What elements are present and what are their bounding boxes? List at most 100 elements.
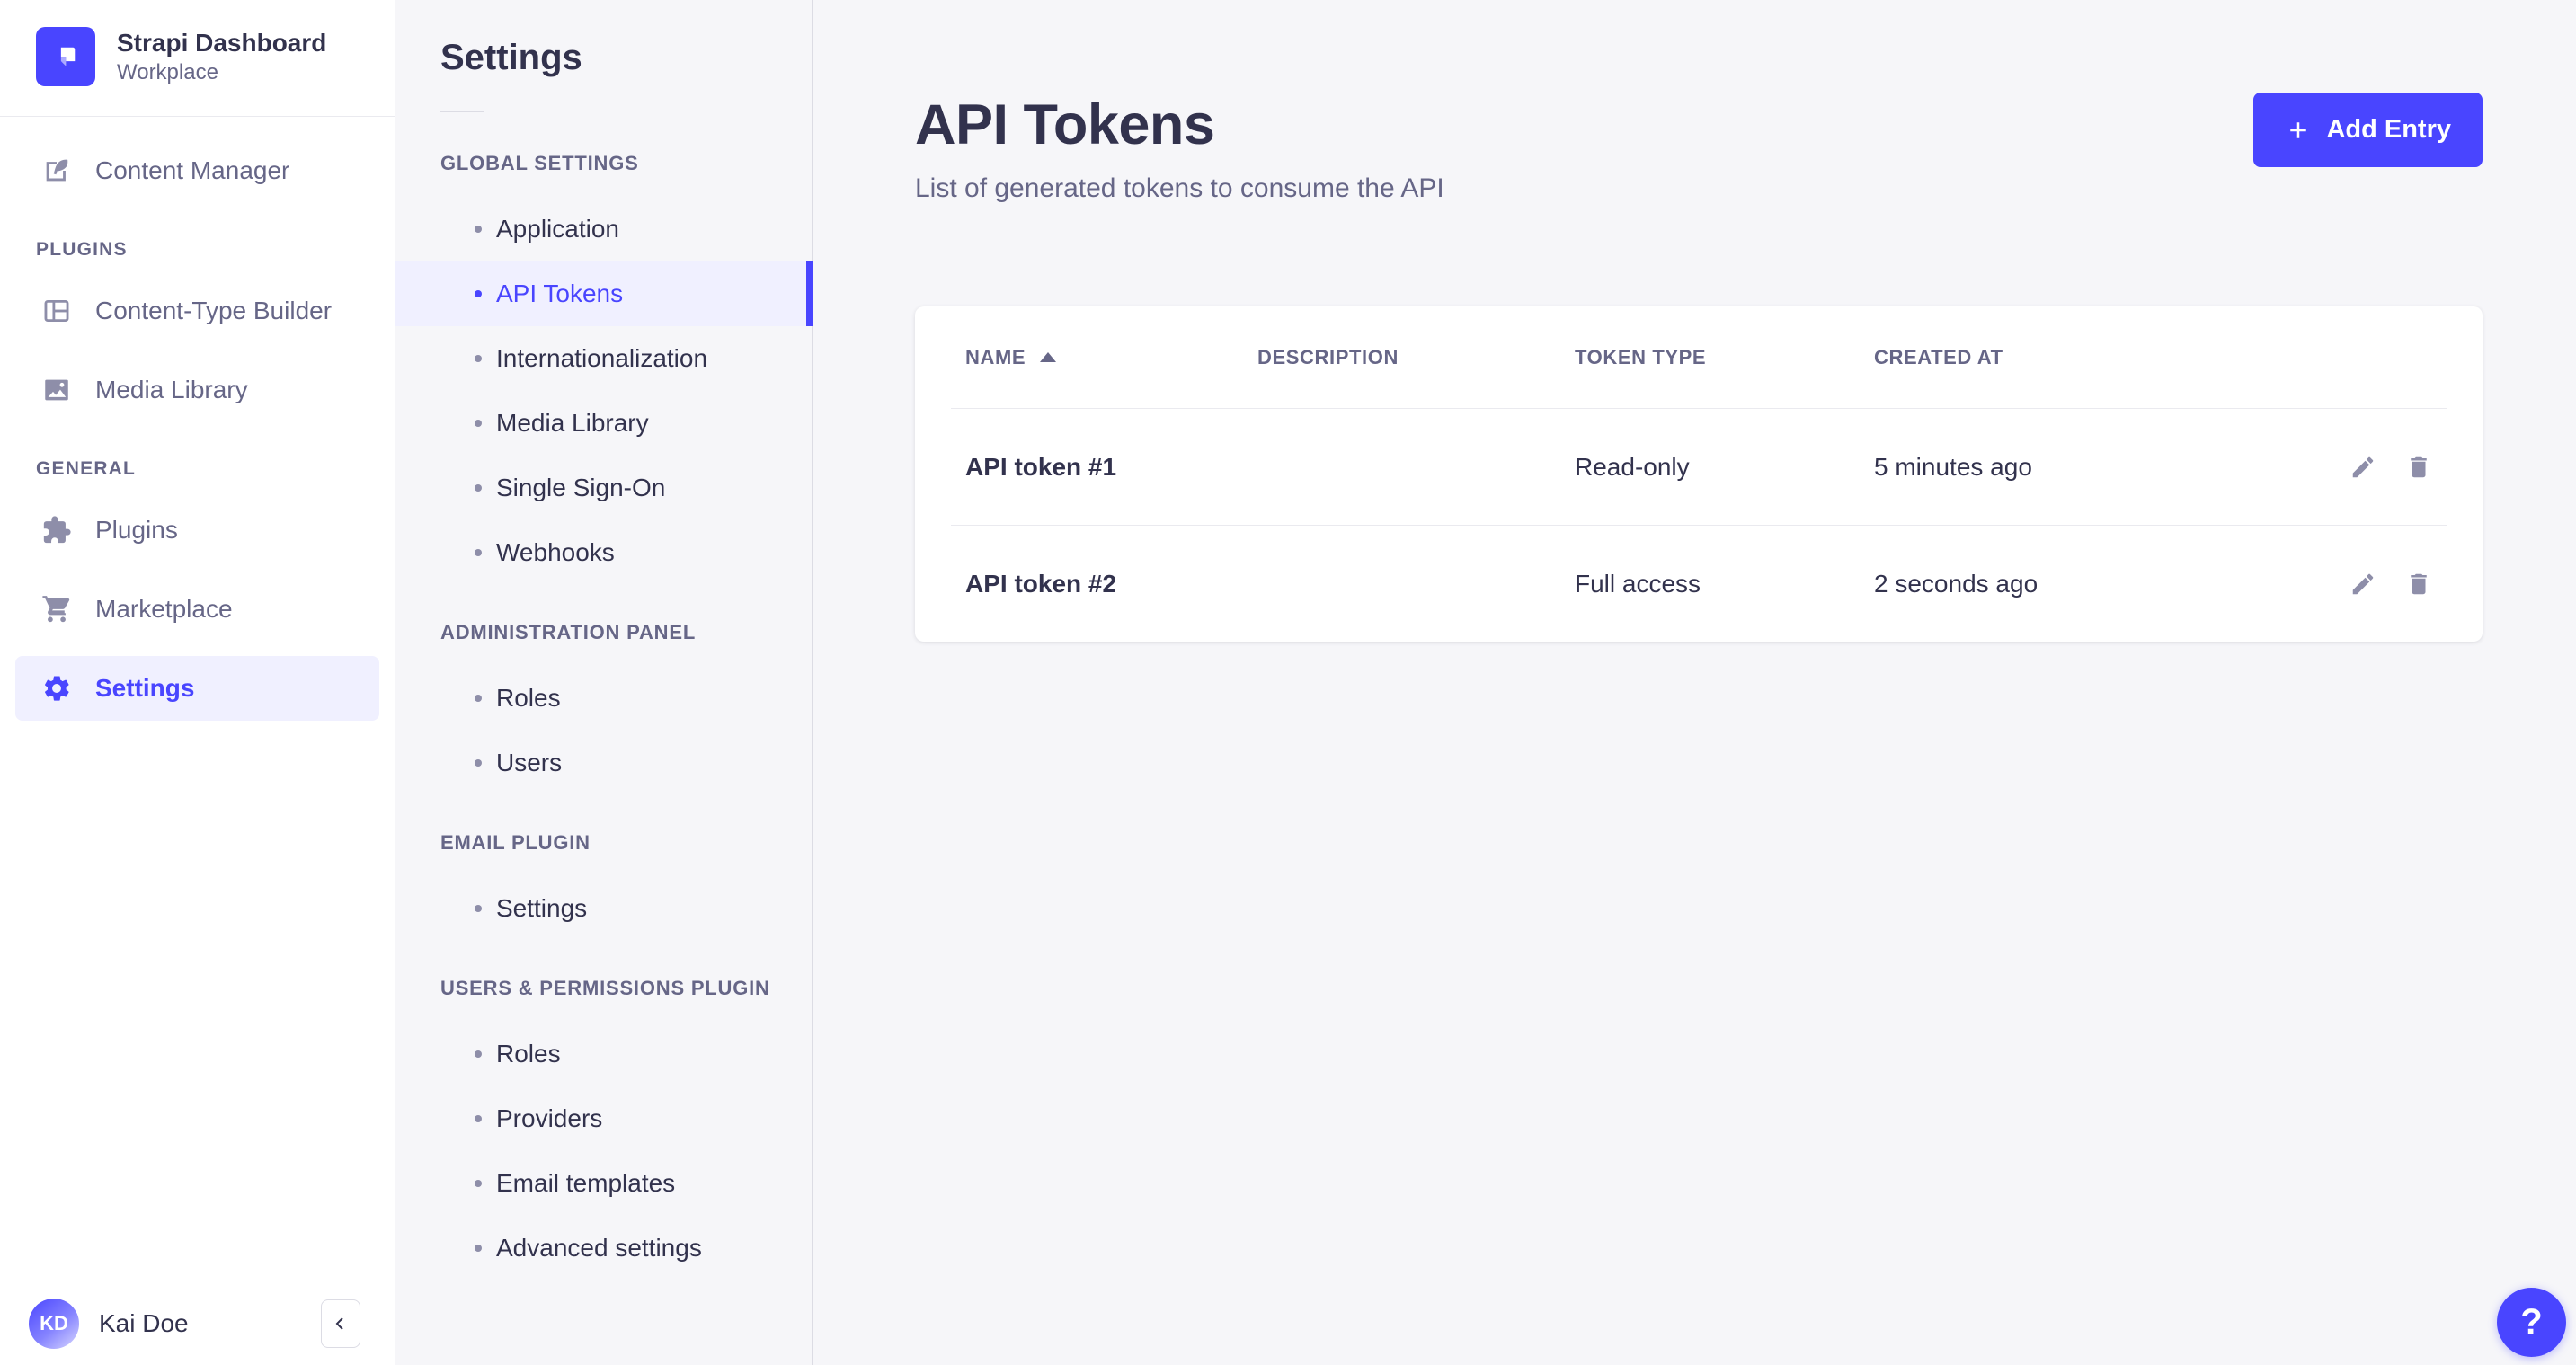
add-entry-label: Add Entry <box>2326 115 2451 145</box>
subnav-item-label: Single Sign-On <box>496 474 665 502</box>
table-row[interactable]: API token #2 Full access 2 seconds ago <box>915 526 2483 642</box>
page-title: API Tokens <box>915 93 1444 157</box>
sidebar-item-media-library[interactable]: Media Library <box>15 358 379 422</box>
brand-subtitle: Workplace <box>117 60 326 85</box>
column-header-created-at[interactable]: CREATED AT <box>1874 346 2324 369</box>
column-header-name[interactable]: NAME <box>965 346 1257 369</box>
subnav-item-label: API Tokens <box>496 279 623 308</box>
table-row[interactable]: API token #1 Read-only 5 minutes ago <box>915 409 2483 525</box>
bullet-icon <box>475 695 482 702</box>
subnav-item-api-tokens[interactable]: API Tokens <box>395 261 812 326</box>
sidebar-item-content-type-builder[interactable]: Content-Type Builder <box>15 279 379 343</box>
bullet-icon <box>475 1050 482 1058</box>
subnav-item-internationalization[interactable]: Internationalization <box>395 326 812 391</box>
subnav-item-advanced-settings[interactable]: Advanced settings <box>395 1216 812 1281</box>
subnav-item-media-library[interactable]: Media Library <box>395 391 812 456</box>
feather-pen-icon <box>41 155 72 186</box>
cell-name: API token #1 <box>965 453 1257 482</box>
cell-created-at: 5 minutes ago <box>1874 453 2324 482</box>
sidebar-item-marketplace[interactable]: Marketplace <box>15 577 379 642</box>
subnav-item-label: Advanced settings <box>496 1234 702 1263</box>
subnav-title: Settings <box>395 0 812 78</box>
bullet-icon <box>475 355 482 362</box>
row-actions <box>2324 454 2432 481</box>
sidebar-item-label: Plugins <box>95 516 178 545</box>
subnav-section-global-settings: GLOBAL SETTINGS <box>440 152 812 175</box>
brand-text: Strapi Dashboard Workplace <box>117 28 326 86</box>
subnav-item-label: Providers <box>496 1104 602 1133</box>
sidebar-item-label: Content-Type Builder <box>95 297 332 325</box>
bullet-icon <box>475 290 482 297</box>
nav-section-general: GENERAL <box>36 458 395 480</box>
delete-token-button[interactable] <box>2405 571 2432 598</box>
subnav-item-up-roles[interactable]: Roles <box>395 1022 812 1086</box>
subnav-item-admin-users[interactable]: Users <box>395 731 812 795</box>
strapi-glyph <box>46 37 85 76</box>
puzzle-piece-icon <box>41 515 72 545</box>
user-name: Kai Doe <box>99 1309 301 1338</box>
subnav-item-single-sign-on[interactable]: Single Sign-On <box>395 456 812 520</box>
subnav-item-label: Users <box>496 749 562 777</box>
edit-token-button[interactable] <box>2349 571 2376 598</box>
nav-footer: KD Kai Doe <box>0 1281 395 1365</box>
page-header-text: API Tokens List of generated tokens to c… <box>915 93 1444 204</box>
cell-token-type: Read-only <box>1575 453 1874 482</box>
bullet-icon <box>475 1245 482 1252</box>
bullet-icon <box>475 549 482 556</box>
main-sidebar: Strapi Dashboard Workplace Content Manag… <box>0 0 395 1365</box>
add-entry-button[interactable]: Add Entry <box>2253 93 2483 167</box>
sidebar-item-content-manager[interactable]: Content Manager <box>15 138 379 203</box>
subnav-section-email-plugin: EMAIL PLUGIN <box>440 831 812 855</box>
subnav-item-email-settings[interactable]: Settings <box>395 876 812 941</box>
subnav-item-label: Webhooks <box>496 538 615 567</box>
api-tokens-table-card: NAME DESCRIPTION TOKEN TYPE CREATED AT A… <box>915 306 2483 642</box>
edit-token-button[interactable] <box>2349 454 2376 481</box>
subnav-item-application[interactable]: Application <box>395 197 812 261</box>
nav-section-plugins: PLUGINS <box>36 239 395 261</box>
bullet-icon <box>475 759 482 767</box>
column-header-token-type[interactable]: TOKEN TYPE <box>1575 346 1874 369</box>
collapse-sidebar-button[interactable] <box>321 1299 360 1348</box>
subnav-item-email-templates[interactable]: Email templates <box>395 1151 812 1216</box>
help-button[interactable]: ? <box>2497 1288 2566 1357</box>
image-icon <box>41 375 72 405</box>
nav-list: Content Manager PLUGINS Content-Type Bui… <box>0 117 395 721</box>
trash-icon <box>2405 571 2432 598</box>
pencil-icon <box>2349 571 2376 598</box>
row-actions <box>2324 571 2432 598</box>
subnav-item-label: Settings <box>496 894 587 923</box>
chevron-left-icon <box>330 1313 351 1334</box>
sidebar-item-plugins[interactable]: Plugins <box>15 498 379 563</box>
bullet-icon <box>475 484 482 492</box>
cell-token-type: Full access <box>1575 570 1874 598</box>
subnav-item-label: Email templates <box>496 1169 675 1198</box>
sort-ascending-icon[interactable] <box>1040 352 1056 362</box>
cell-name: API token #2 <box>965 570 1257 598</box>
sidebar-item-label: Content Manager <box>95 156 289 185</box>
avatar[interactable]: KD <box>29 1299 79 1349</box>
column-header-label: NAME <box>965 346 1026 369</box>
page-subtitle: List of generated tokens to consume the … <box>915 173 1444 204</box>
subnav-item-providers[interactable]: Providers <box>395 1086 812 1151</box>
shopping-cart-icon <box>41 594 72 625</box>
table-header-row: NAME DESCRIPTION TOKEN TYPE CREATED AT <box>915 306 2483 408</box>
sidebar-item-label: Settings <box>95 674 194 703</box>
subnav-item-label: Media Library <box>496 409 649 438</box>
subnav-item-label: Application <box>496 215 619 244</box>
column-header-description[interactable]: DESCRIPTION <box>1257 346 1575 369</box>
sidebar-item-settings[interactable]: Settings <box>15 656 379 721</box>
subnav-item-webhooks[interactable]: Webhooks <box>395 520 812 585</box>
subnav-section-administration-panel: ADMINISTRATION PANEL <box>440 621 812 644</box>
delete-token-button[interactable] <box>2405 454 2432 481</box>
settings-subnav: Settings GLOBAL SETTINGS Application API… <box>395 0 813 1365</box>
subnav-item-label: Internationalization <box>496 344 707 373</box>
strapi-logo-icon <box>36 27 95 86</box>
bullet-icon <box>475 1180 482 1187</box>
subnav-title-divider <box>440 111 484 112</box>
bullet-icon <box>475 905 482 912</box>
brand-title: Strapi Dashboard <box>117 28 326 58</box>
subnav-item-label: Roles <box>496 684 561 713</box>
subnav-item-admin-roles[interactable]: Roles <box>395 666 812 731</box>
main-content: API Tokens List of generated tokens to c… <box>813 0 2576 1365</box>
cell-created-at: 2 seconds ago <box>1874 570 2324 598</box>
